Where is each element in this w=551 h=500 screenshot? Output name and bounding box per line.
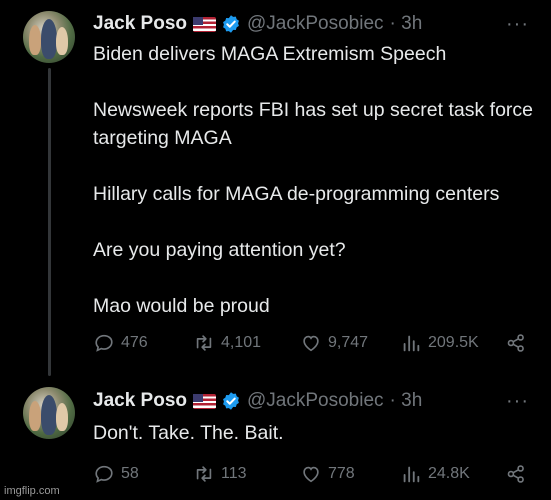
share-icon <box>507 465 524 483</box>
author-handle[interactable]: @JackPosobiec <box>247 13 384 35</box>
like-icon <box>303 335 319 352</box>
watermark: imgflip.com <box>4 485 60 497</box>
timestamp[interactable]: · 3h <box>390 390 423 412</box>
author-handle[interactable]: @JackPosobiec <box>247 390 384 412</box>
reply-icon <box>95 334 113 352</box>
share-button[interactable] <box>505 332 533 354</box>
retweet-button[interactable]: 4,101 <box>193 332 261 354</box>
tweet-1[interactable]: Jack Poso @JackPosobiec · 3h ··· Biden d… <box>0 0 551 380</box>
us-flag-icon <box>193 393 216 409</box>
views-count: 209.5K <box>428 334 479 351</box>
retweet-count: 4,101 <box>221 334 262 351</box>
avatar[interactable] <box>23 387 75 439</box>
tweet-header: Jack Poso @JackPosobiec · 3h <box>93 388 422 414</box>
like-button[interactable]: 778 <box>300 463 355 485</box>
author-name[interactable]: Jack Poso <box>93 390 187 412</box>
like-count: 778 <box>328 465 355 482</box>
retweet-button[interactable]: 113 <box>193 463 247 485</box>
like-icon <box>303 466 319 483</box>
more-options-icon[interactable]: ··· <box>506 391 529 411</box>
tweet-text: Don't. Take. The. Bait. <box>93 422 284 444</box>
more-options-icon[interactable]: ··· <box>506 14 529 34</box>
tweet-header: Jack Poso @JackPosobiec · 3h <box>93 11 422 37</box>
views-icon <box>403 335 420 352</box>
reply-button[interactable]: 476 <box>93 332 148 354</box>
avatar[interactable] <box>23 11 75 63</box>
verified-badge-icon <box>223 392 239 410</box>
views-button[interactable]: 209.5K <box>400 332 479 354</box>
reply-count: 58 <box>121 465 139 482</box>
views-icon <box>403 466 420 483</box>
share-button[interactable] <box>505 463 533 485</box>
retweet-icon <box>196 335 212 351</box>
like-count: 9,747 <box>328 334 369 351</box>
timestamp[interactable]: · 3h <box>390 13 423 35</box>
action-bar: 476 4,101 9,747 209.5K <box>93 332 533 356</box>
views-button[interactable]: 24.8K <box>400 463 470 485</box>
reply-count: 476 <box>121 334 148 351</box>
views-count: 24.8K <box>428 465 470 482</box>
verified-badge-icon <box>223 15 239 33</box>
share-icon <box>507 334 524 352</box>
action-bar: 58 113 778 24.8K <box>93 463 533 487</box>
us-flag-icon <box>193 16 216 32</box>
retweet-count: 113 <box>221 465 247 482</box>
tweet-2[interactable]: Jack Poso @JackPosobiec · 3h ··· Don't. … <box>0 380 551 500</box>
tweet-text: Biden delivers MAGA Extremism Speech New… <box>93 43 534 317</box>
reply-icon <box>95 465 113 483</box>
reply-button[interactable]: 58 <box>93 463 139 485</box>
like-button[interactable]: 9,747 <box>300 332 368 354</box>
author-name[interactable]: Jack Poso <box>93 13 187 35</box>
retweet-icon <box>196 466 212 482</box>
